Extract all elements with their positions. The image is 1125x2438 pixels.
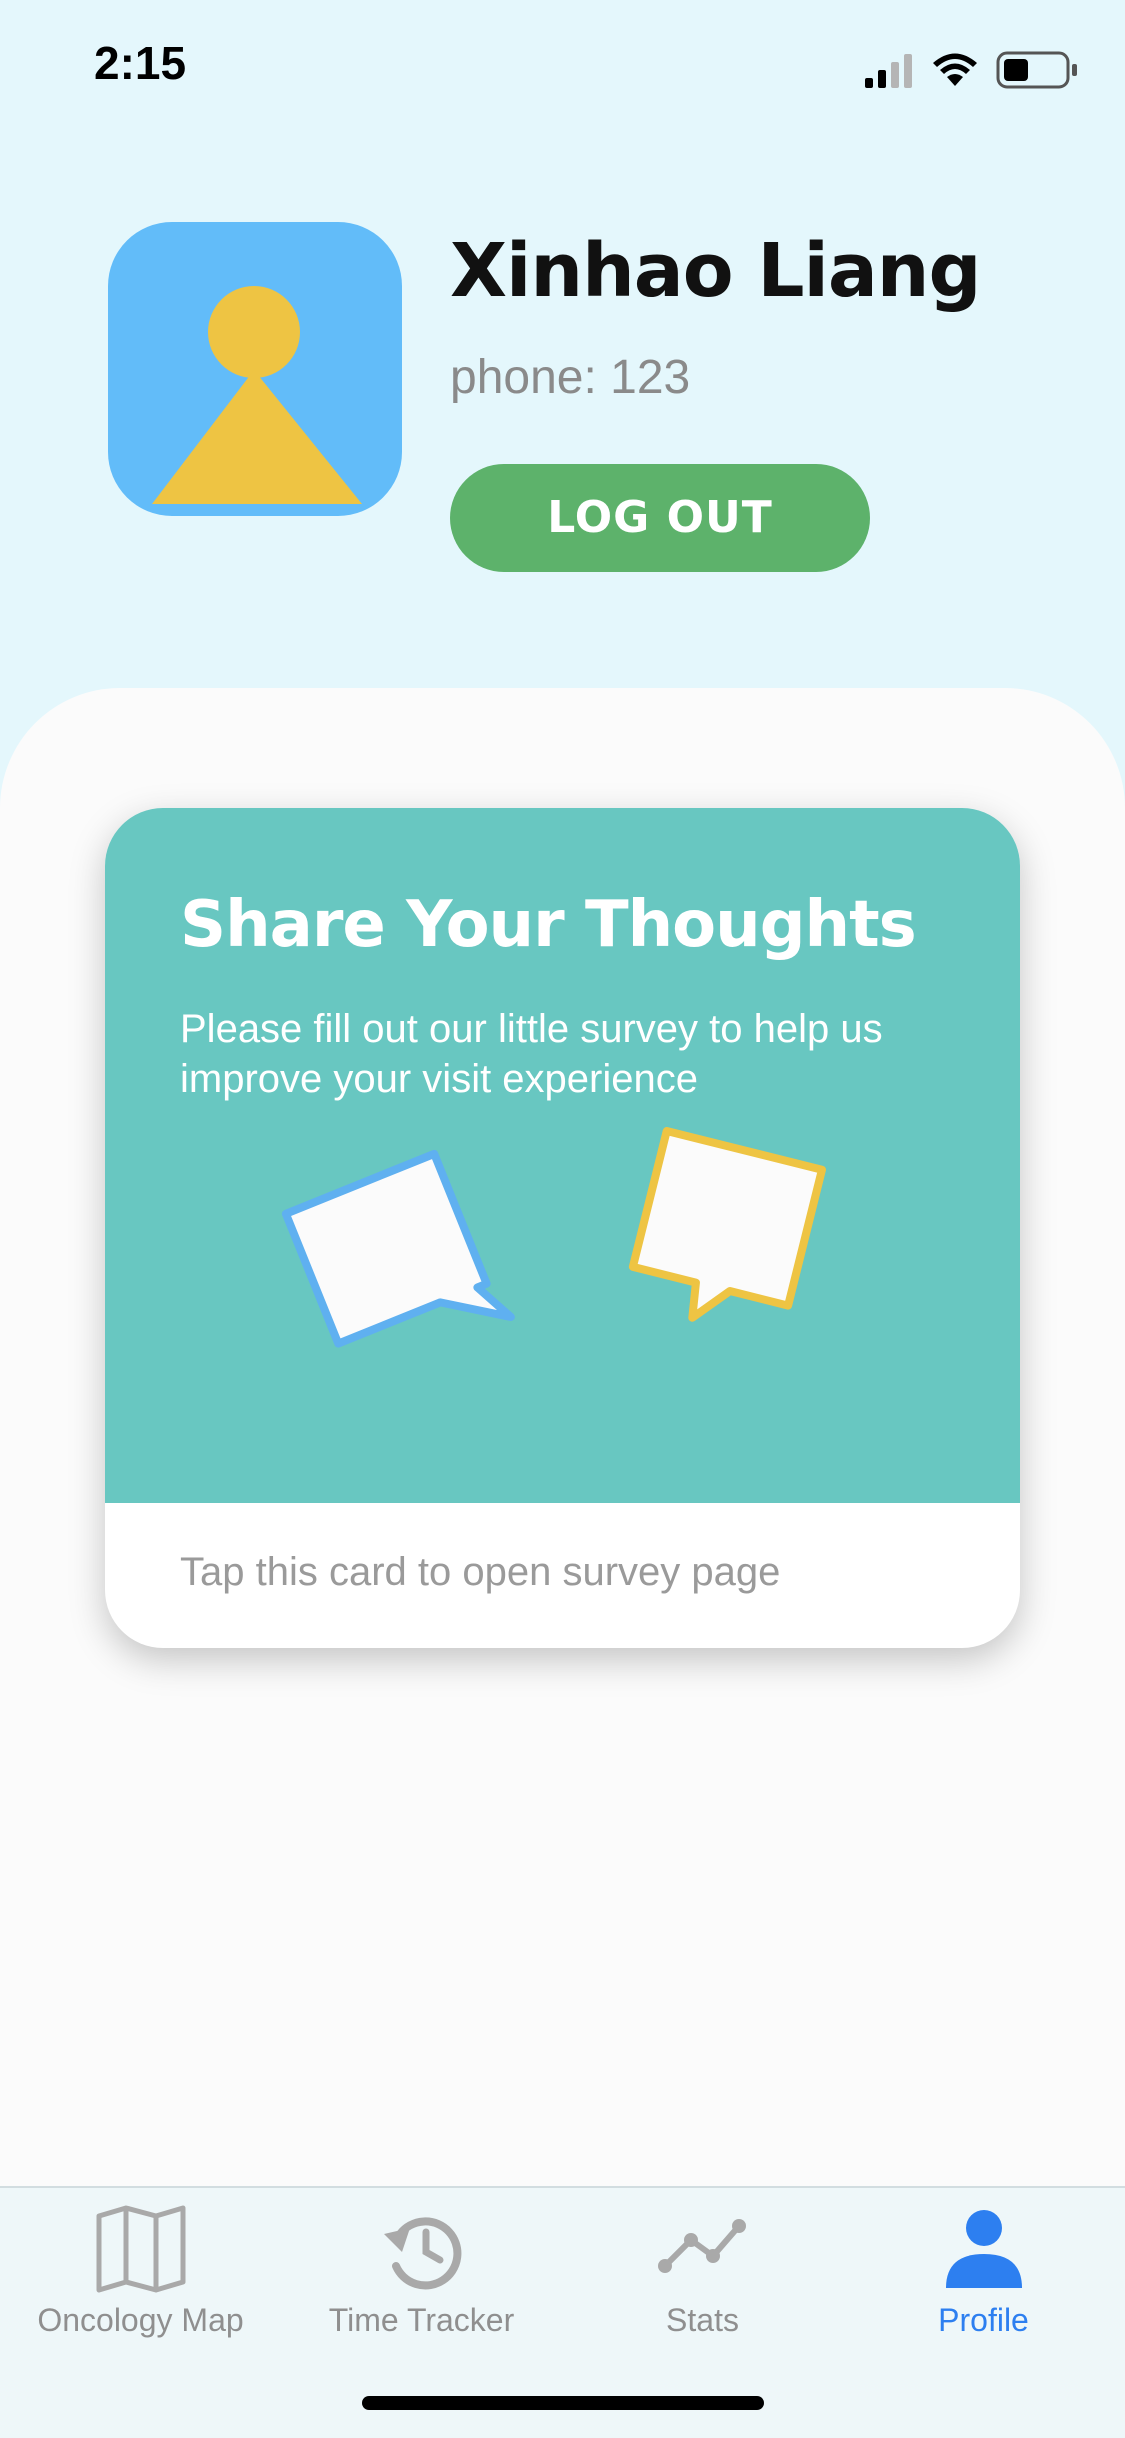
survey-card[interactable]: Share Your Thoughts Please fill out our … [105, 808, 1020, 1648]
home-indicator [362, 2396, 764, 2410]
user-name: Xinhao Liang [450, 228, 981, 314]
stats-line-icon [657, 2219, 746, 2273]
avatar [108, 222, 402, 516]
tab-stats[interactable]: Stats [562, 2204, 843, 2354]
tab-label-time-tracker: Time Tracker [328, 2302, 515, 2338]
logout-button[interactable]: LOG OUT [450, 464, 870, 572]
tab-label-profile: Profile [938, 2302, 1029, 2338]
person-icon [945, 2210, 1022, 2288]
status-bar: 2:15 [0, 0, 1125, 140]
speech-bubbles-illustration [281, 1127, 826, 1348]
person-avatar-icon [152, 286, 362, 504]
user-phone: phone: 123 [450, 351, 691, 404]
tab-oncology-map[interactable]: Oncology Map [0, 2204, 281, 2354]
signal-icon [865, 54, 912, 88]
survey-footer-hint: Tap this card to open survey page [180, 1550, 781, 1594]
tab-time-tracker[interactable]: Time Tracker [281, 2204, 562, 2354]
survey-card-banner: Share Your Thoughts Please fill out our … [105, 808, 1020, 1503]
tab-label-stats: Stats [666, 2302, 739, 2338]
blue-speech-bubble-icon [281, 1149, 515, 1348]
status-time: 2:15 [94, 37, 187, 89]
status-icons [865, 51, 1077, 89]
map-icon [96, 2205, 185, 2293]
tab-profile[interactable]: Profile [843, 2204, 1124, 2354]
tab-label-oncology-map: Oncology Map [37, 2302, 244, 2338]
battery-icon [996, 51, 1077, 89]
survey-description: Please fill out our little survey to hel… [180, 1007, 883, 1101]
history-icon [383, 2217, 461, 2290]
yellow-speech-bubble-icon [628, 1127, 826, 1322]
survey-title: Share Your Thoughts [180, 888, 917, 962]
wifi-icon [933, 53, 977, 86]
